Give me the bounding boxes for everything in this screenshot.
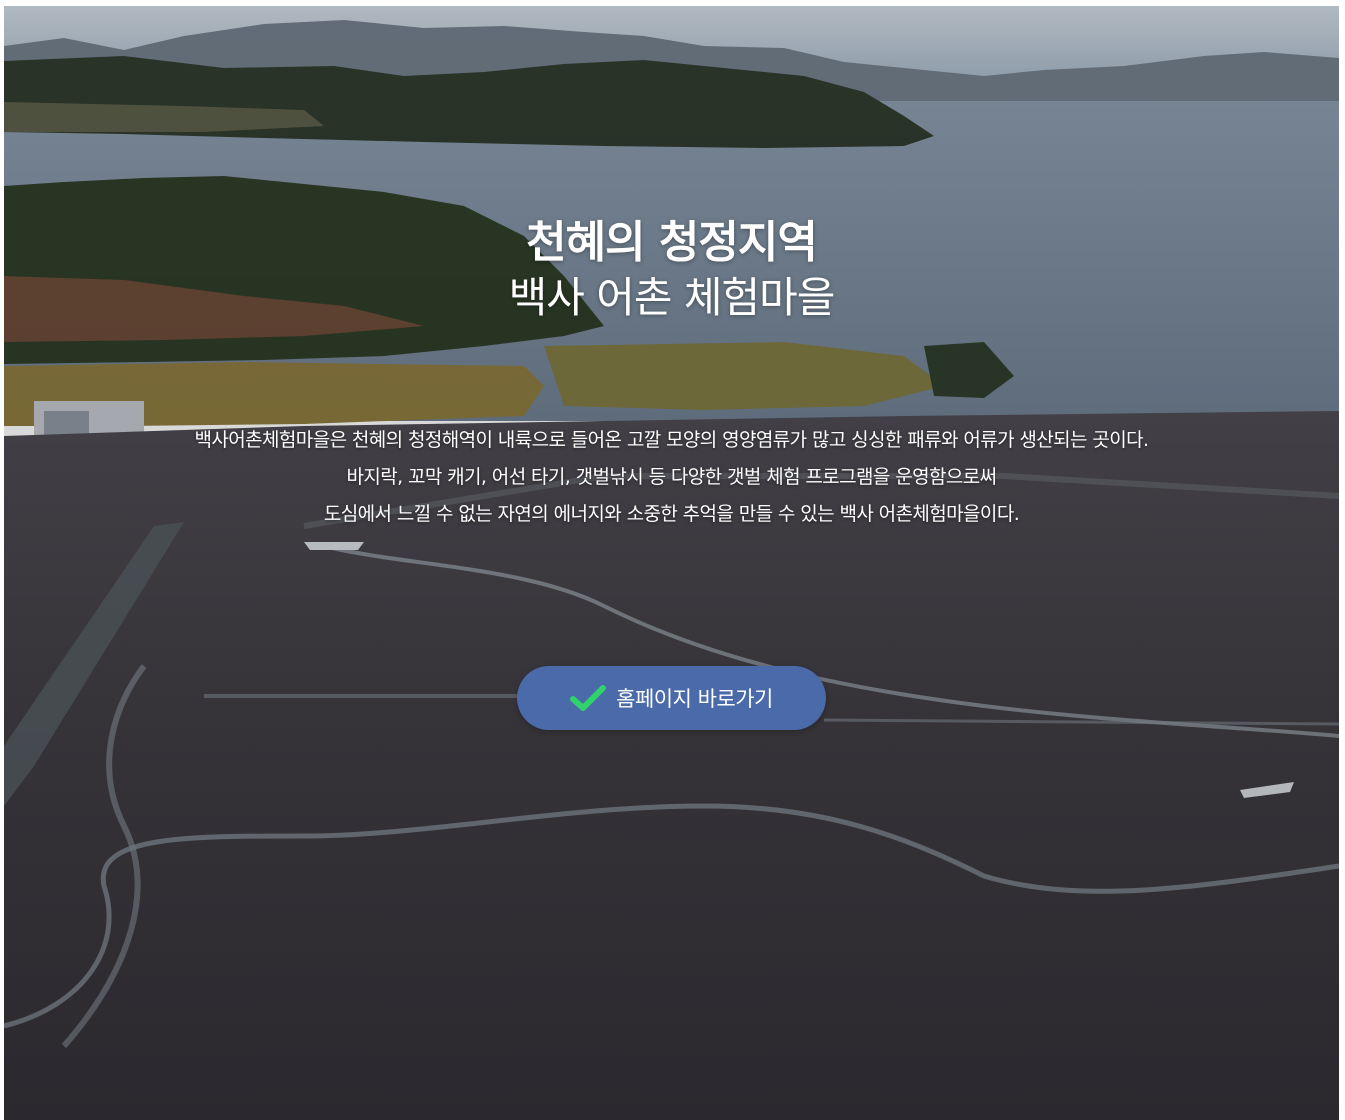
- hero-title-line1: 천혜의 청정지역: [526, 217, 818, 268]
- homepage-link-label: 홈페이지 바로가기: [616, 687, 773, 711]
- hero-content: 천혜의 청정지역 백사 어촌 체험마을 백사어촌체험마을은 천혜의 청정해역이 …: [4, 6, 1339, 1120]
- homepage-link-button[interactable]: 홈페이지 바로가기: [517, 666, 826, 730]
- check-icon: [570, 685, 607, 711]
- hero-section: 천혜의 청정지역 백사 어촌 체험마을 백사어촌체험마을은 천혜의 청정해역이 …: [4, 6, 1339, 1120]
- hero-description: 백사어촌체험마을은 천혜의 청정해역이 내륙으로 들어온 고깔 모양의 영양염류…: [44, 422, 1299, 533]
- description-line: 백사어촌체험마을은 천혜의 청정해역이 내륙으로 들어온 고깔 모양의 영양염류…: [194, 429, 1150, 451]
- description-line: 도심에서 느낄 수 없는 자연의 에너지와 소중한 추억을 만들 수 있는 백사…: [323, 503, 1020, 525]
- hero-title-line2: 백사 어촌 체험마을: [508, 273, 836, 322]
- description-line: 바지락, 꼬막 캐기, 어선 타기, 갯벌낚시 등 다양한 갯벌 체험 프로그램…: [346, 466, 997, 488]
